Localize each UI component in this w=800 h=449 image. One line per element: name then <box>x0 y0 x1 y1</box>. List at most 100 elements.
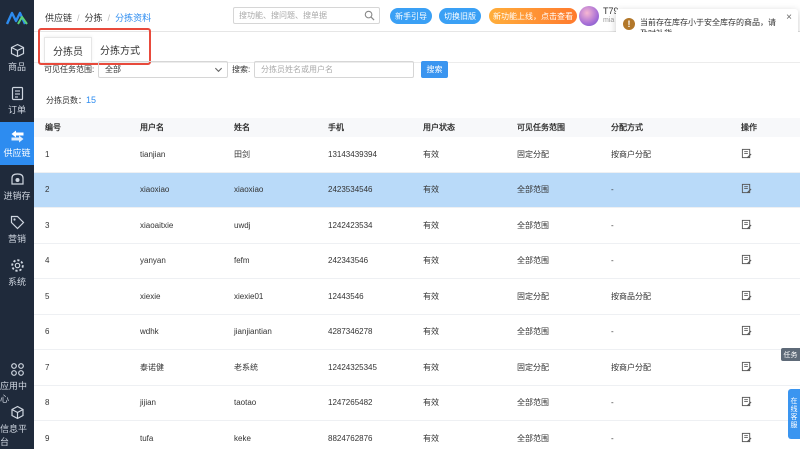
table-cell: 有效 <box>423 220 439 230</box>
table-cell: 田剑 <box>234 149 250 159</box>
sidebar-item-label: 商品 <box>7 61 26 72</box>
edit-icon[interactable] <box>741 148 752 159</box>
breadcrumb-separator: / <box>77 13 80 23</box>
sorter-count-label: 分拣员数： <box>46 96 86 105</box>
table-cell: 按商户分配 <box>611 149 651 159</box>
logo-icon <box>6 11 28 25</box>
table-cell: 7 <box>45 362 50 372</box>
sidebar-item-box[interactable]: 商品 <box>0 36 34 79</box>
edit-icon[interactable] <box>741 361 752 372</box>
service-char: 在 <box>790 398 798 405</box>
sorter-search-box <box>254 61 414 78</box>
supply-chain-icon <box>11 130 23 142</box>
table-cell: 6 <box>45 327 50 337</box>
edit-icon[interactable] <box>741 219 752 230</box>
table-row[interactable]: 8 jijian taotao 1247265482 有效 全部范围 - <box>34 386 800 421</box>
sidebar-item-label: 信息平台 <box>0 424 28 447</box>
avatar[interactable] <box>579 6 599 26</box>
table-cell: taotao <box>234 398 257 408</box>
table-row[interactable]: 7 泰诺健 老系统 12424325345 有效 固定分配 按商户分配 <box>34 350 800 386</box>
table-cell: jijian <box>140 398 157 408</box>
table-cell: 有效 <box>423 149 439 159</box>
edit-icon[interactable] <box>741 183 752 194</box>
table-cell: yanyan <box>140 256 166 266</box>
table-cell: 13143439394 <box>328 149 377 159</box>
table-cell: xiaoxiao <box>234 185 264 195</box>
table-row[interactable]: 2 xiaoxiao xiaoxiao 2423534546 有效 全部范围 - <box>34 172 800 208</box>
edit-icon[interactable] <box>741 254 752 265</box>
table-cell: 有效 <box>423 256 439 266</box>
table-row[interactable]: 3 xiaoaitxie uwdj 1242423534 有效 全部范围 - <box>34 208 800 244</box>
table-row[interactable]: 1 tianjian 田剑 13143439394 有效 固定分配 按商户分配 <box>34 137 800 173</box>
table-cell: jianjiantian <box>234 327 272 337</box>
table-cell: 12424325345 <box>328 362 377 372</box>
cube-icon <box>10 405 24 420</box>
table-cell: tufa <box>140 433 154 443</box>
sorter-search-input[interactable] <box>255 62 405 77</box>
guide-button[interactable]: 新手引导 <box>390 8 432 24</box>
switch-old-version-button[interactable]: 切换旧版 <box>439 8 481 24</box>
column-header: 手机 <box>328 123 344 132</box>
sorter-table: 编号 用户名 姓名 手机 用户状态 可见任务范围 分配方式 操作 1 tianji… <box>34 118 800 449</box>
breadcrumb-item[interactable]: 分拣 <box>85 13 103 23</box>
search-button[interactable]: 搜索 <box>421 61 448 78</box>
table-row[interactable]: 4 yanyan fefm 242343546 有效 全部范围 - <box>34 244 800 279</box>
global-search-input[interactable] <box>234 8 359 23</box>
new-feature-button[interactable]: 新功能上线，点击查看 <box>489 8 577 24</box>
table-cell: 老系统 <box>234 362 258 372</box>
search-icon[interactable] <box>364 10 375 21</box>
sidebar-item-label: 营销 <box>7 233 26 244</box>
table-cell: xiexie01 <box>234 291 264 301</box>
table-cell: - <box>611 256 614 266</box>
sidebar-item-label: 进销存 <box>3 190 31 201</box>
table-cell: 12443546 <box>328 291 364 301</box>
edit-icon[interactable] <box>741 325 752 336</box>
column-header: 操作 <box>741 123 757 132</box>
task-float-button[interactable]: 任务 <box>781 348 800 361</box>
service-char: 客 <box>790 414 798 421</box>
sidebar: 商品订单 供应链进销存营销系统 应用中心信息平台 <box>0 0 34 449</box>
table-cell: 8 <box>45 398 50 408</box>
sorter-count: 分拣员数：15 <box>46 95 96 106</box>
edit-icon[interactable] <box>741 290 752 301</box>
sidebar-item-app-grid[interactable]: 应用中心 <box>0 362 34 405</box>
table-cell: 1242423534 <box>328 220 373 230</box>
table-cell: 3 <box>45 220 50 230</box>
table-cell: 有效 <box>423 327 439 337</box>
sidebar-item-cube[interactable]: 信息平台 <box>0 405 34 448</box>
table-cell: xiaoaitxie <box>140 220 174 230</box>
warning-icon: ! <box>623 18 635 30</box>
table-cell: 4 <box>45 256 50 266</box>
table-row[interactable]: 9 tufa keke 8824762876 有效 全部范围 - <box>34 421 800 449</box>
chevron-down-icon <box>214 67 223 73</box>
breadcrumb-item[interactable]: 供应链 <box>45 13 72 23</box>
tag-icon <box>10 215 24 229</box>
service-char: 线 <box>790 406 798 413</box>
table-cell: - <box>611 185 614 195</box>
table-cell: xiexie <box>140 291 161 301</box>
search-label: 搜索: <box>232 65 251 74</box>
edit-icon[interactable] <box>741 432 752 443</box>
sidebar-item-inventory[interactable]: 进销存 <box>0 165 34 208</box>
table-cell: wdhk <box>140 327 159 337</box>
table-cell: 泰诺健 <box>140 362 164 372</box>
sidebar-item-order[interactable]: 订单 <box>0 79 34 122</box>
close-icon[interactable]: × <box>786 12 792 23</box>
table-cell: 8824762876 <box>328 433 373 443</box>
table-cell: 有效 <box>423 291 439 301</box>
scope-select[interactable]: 全部 <box>98 61 228 78</box>
edit-icon[interactable] <box>741 396 752 407</box>
sidebar-item-supply-chain[interactable]: 供应链 <box>0 122 34 165</box>
online-service-button[interactable]: 在 线 客 服 <box>788 389 800 439</box>
table-cell: 242343546 <box>328 256 369 266</box>
sidebar-item-gear[interactable]: 系统 <box>0 251 34 294</box>
table-row[interactable]: 5 xiexie xiexie01 12443546 有效 固定分配 按商品分配 <box>34 279 800 315</box>
table-cell: 全部范围 <box>517 256 549 266</box>
table-cell: 全部范围 <box>517 220 549 230</box>
table-cell: - <box>611 327 614 337</box>
app-logo[interactable] <box>0 0 34 36</box>
scope-label: 可见任务范围: <box>44 65 95 74</box>
table-row[interactable]: 6 wdhk jianjiantian 4287346278 有效 全部范围 - <box>34 315 800 350</box>
sidebar-item-tag[interactable]: 营销 <box>0 208 34 251</box>
column-header: 姓名 <box>234 123 250 132</box>
